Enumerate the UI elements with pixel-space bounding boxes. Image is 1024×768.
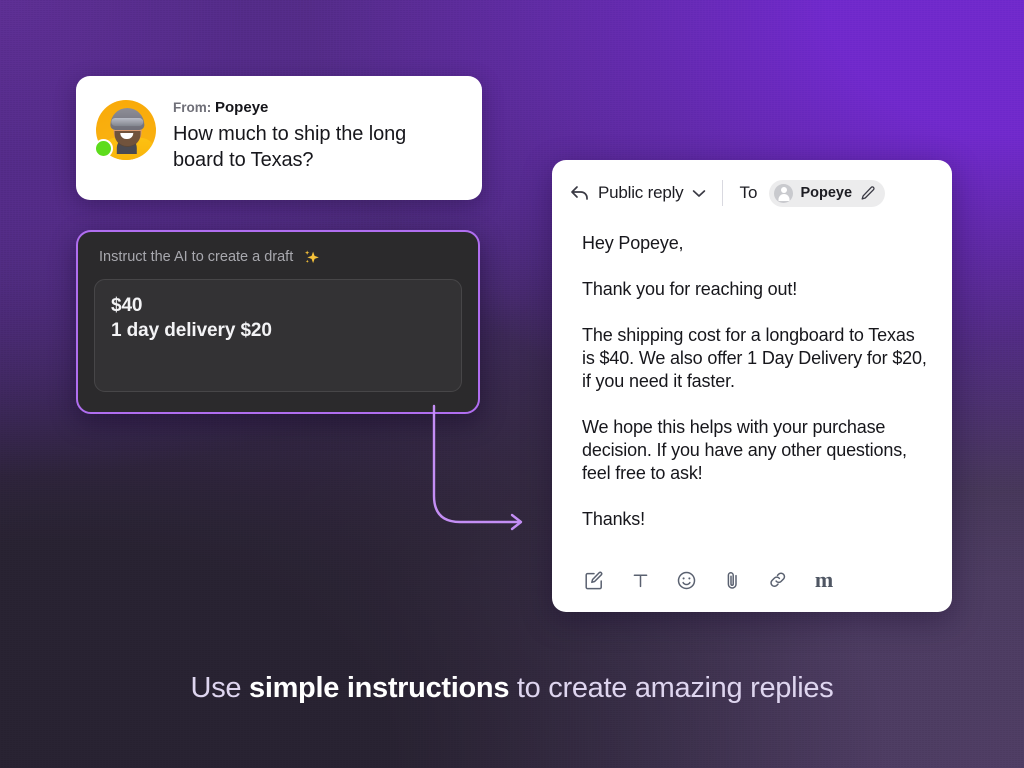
reply-panel: Public reply To Popeye Hey Popeye, Thank…	[552, 160, 952, 612]
message-body: How much to ship the long board to Texas…	[173, 123, 407, 171]
reply-paragraph-1: Hey Popeye,	[582, 233, 684, 253]
attachment-icon[interactable]	[720, 568, 744, 592]
reply-toolbar: m	[552, 548, 952, 612]
ai-instruction-input[interactable]: $40 1 day delivery $20	[94, 279, 462, 392]
ai-instruction-line-2: 1 day delivery $20	[111, 320, 272, 341]
sparkles-icon	[305, 250, 320, 264]
recipient-name: Popeye	[800, 185, 853, 201]
from-label: From:	[173, 100, 212, 115]
link-icon[interactable]	[766, 568, 790, 592]
sender-name: Popeye	[215, 99, 269, 116]
caption-suffix: to create amazing replies	[509, 672, 834, 704]
reply-paragraph-2: Thank you for reaching out!	[582, 279, 798, 299]
to-label: To	[739, 183, 758, 202]
inbound-message-card[interactable]: From: Popeye How much to ship the long b…	[76, 76, 482, 200]
compose-icon[interactable]	[582, 568, 606, 592]
message-text-block: From: Popeye How much to ship the long b…	[173, 98, 445, 173]
ai-instruction-line-1: $40	[111, 295, 143, 316]
reply-arrow-icon	[571, 186, 588, 200]
screenshot-stage: From: Popeye How much to ship the long b…	[0, 0, 1024, 768]
markdown-icon[interactable]: m	[812, 568, 836, 592]
connector-arrow	[432, 404, 523, 531]
ai-panel-header-label: Instruct the AI to create a draft	[99, 249, 294, 265]
online-status-dot	[94, 139, 113, 158]
caption-prefix: Use	[190, 672, 249, 704]
reply-type-selector[interactable]: Public reply	[570, 183, 706, 203]
ai-instruct-panel[interactable]: Instruct the AI to create a draft $40 1 …	[76, 230, 480, 414]
reply-body[interactable]: Hey Popeye, Thank you for reaching out! …	[552, 226, 952, 548]
text-format-icon[interactable]	[628, 568, 652, 592]
header-divider	[722, 180, 724, 206]
reply-paragraph-3: The shipping cost for a longboard to Tex…	[582, 325, 927, 391]
chevron-down-icon	[693, 189, 706, 197]
ai-panel-header: Instruct the AI to create a draft	[94, 247, 462, 267]
reply-panel-header: Public reply To Popeye	[552, 160, 952, 226]
reply-type-label: Public reply	[598, 183, 684, 202]
avatar	[94, 100, 156, 160]
reply-paragraph-4: We hope this helps with your purchase de…	[582, 417, 907, 483]
emoji-icon[interactable]	[674, 568, 698, 592]
user-avatar-icon	[774, 183, 794, 203]
reply-paragraph-5: Thanks!	[582, 509, 645, 529]
caption: Use simple instructions to create amazin…	[0, 672, 1024, 705]
recipient-chip[interactable]: Popeye	[769, 179, 886, 207]
message-from-line: From: Popeye	[173, 99, 445, 116]
pencil-icon[interactable]	[859, 185, 876, 202]
caption-highlight: simple instructions	[248, 672, 510, 704]
